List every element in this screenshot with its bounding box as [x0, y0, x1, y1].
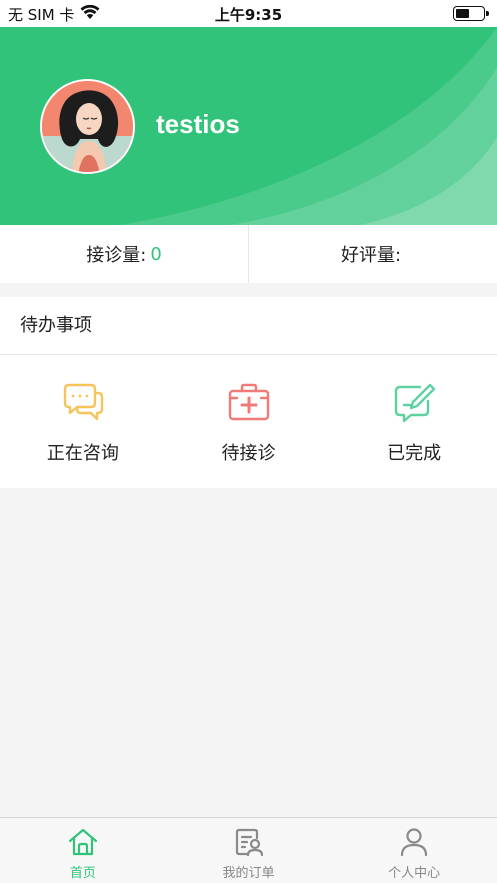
todo-items: 正在咨询 待接诊 已完成	[0, 355, 497, 487]
tab-label: 我的订单	[222, 866, 275, 881]
consultation-count: 接诊量: 0	[0, 225, 248, 283]
tab-label: 个人中心	[388, 866, 441, 881]
home-icon	[67, 826, 99, 858]
username: testios	[156, 109, 240, 139]
tab-bar: 首页 我的订单 个人中心	[0, 817, 497, 883]
consultation-count-value: 0	[150, 243, 162, 265]
status-time: 上午9:35	[214, 6, 283, 24]
edit-check-icon	[390, 379, 438, 427]
profile-header: testios	[0, 27, 497, 225]
battery-icon	[453, 6, 489, 21]
todo-item-pending[interactable]: 待接诊	[166, 355, 332, 487]
tab-orders[interactable]: 我的订单	[166, 818, 332, 883]
chat-bubbles-icon	[59, 379, 107, 427]
consultation-count-label: 接诊量:	[86, 245, 147, 266]
todo-item-label: 已完成	[387, 443, 442, 464]
stats-bar: 接诊量: 0 好评量:	[0, 225, 497, 283]
medical-kit-icon	[225, 379, 273, 427]
tab-label: 首页	[69, 866, 96, 881]
todo-item-label: 正在咨询	[46, 443, 119, 464]
rating-count-label: 好评量:	[340, 245, 402, 266]
status-bar: 无 SIM 卡 上午9:35	[0, 0, 497, 27]
orders-icon	[233, 826, 265, 858]
tab-profile[interactable]: 个人中心	[331, 818, 497, 883]
todo-title: 待办事项	[0, 297, 497, 355]
todo-item-consulting[interactable]: 正在咨询	[0, 355, 166, 487]
tab-home[interactable]: 首页	[0, 818, 166, 883]
rating-count: 好评量:	[248, 225, 497, 283]
todo-item-label: 待接诊	[221, 443, 276, 464]
todo-section: 待办事项 正在咨询 待接诊 已完成	[0, 297, 497, 488]
user-icon	[398, 826, 430, 858]
avatar[interactable]	[40, 79, 135, 174]
todo-item-completed[interactable]: 已完成	[331, 355, 497, 487]
